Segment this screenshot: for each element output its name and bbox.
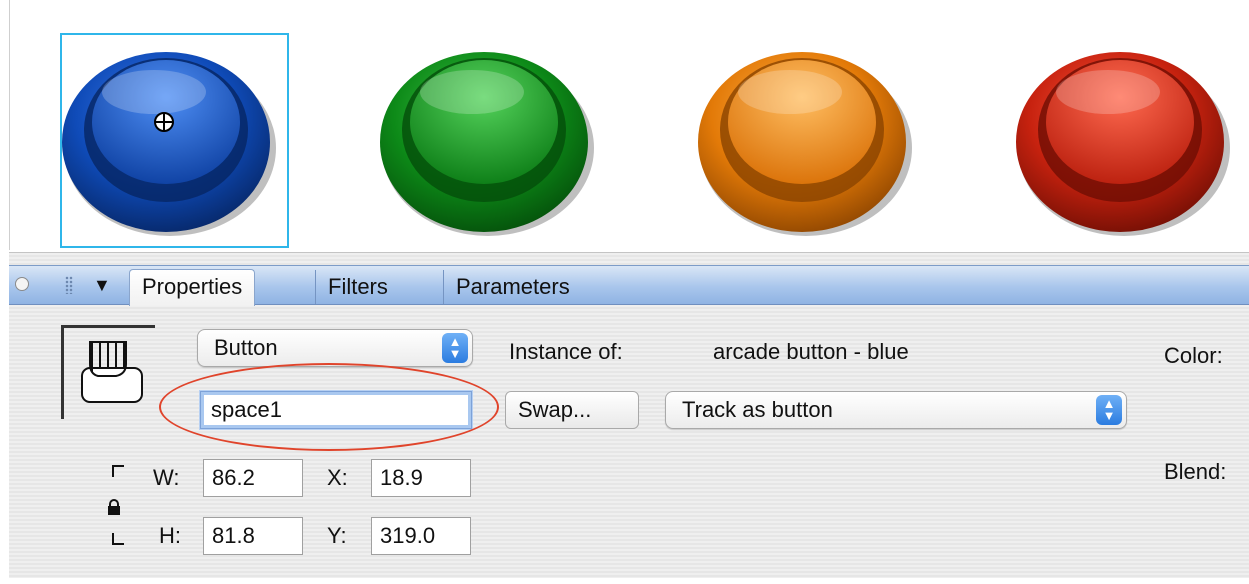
arcade-button-red[interactable] bbox=[1012, 30, 1232, 240]
selection-box[interactable] bbox=[60, 33, 289, 248]
stepper-arrows-icon: ▲ ▼ bbox=[442, 333, 468, 363]
stage-edge bbox=[0, 0, 10, 250]
y-field[interactable]: 319.0 bbox=[371, 517, 471, 555]
tab-parameters[interactable]: Parameters bbox=[443, 270, 582, 304]
height-field[interactable]: 81.8 bbox=[203, 517, 303, 555]
properties-panel: ▼ Properties Filters Parameters Button ▲… bbox=[9, 252, 1249, 578]
symbol-type-value: Button bbox=[214, 335, 278, 360]
swap-button[interactable]: Swap... bbox=[505, 391, 639, 429]
stage[interactable] bbox=[0, 0, 1249, 250]
lock-bracket-top bbox=[112, 465, 124, 477]
arcade-button-orange[interactable] bbox=[694, 30, 914, 240]
x-field[interactable]: 18.9 bbox=[371, 459, 471, 497]
tracking-value: Track as button bbox=[682, 397, 833, 422]
registration-point-icon bbox=[154, 112, 174, 132]
panel-tab-bar: ▼ Properties Filters Parameters bbox=[9, 265, 1249, 306]
blend-label: Blend: bbox=[1164, 459, 1227, 484]
y-label: Y: bbox=[327, 523, 347, 548]
tracking-select[interactable]: Track as button ▲ ▼ bbox=[665, 391, 1127, 429]
stepper-arrows-icon: ▲ ▼ bbox=[1096, 395, 1122, 425]
button-symbol-icon bbox=[61, 325, 155, 419]
symbol-type-select[interactable]: Button ▲ ▼ bbox=[197, 329, 473, 367]
arcade-button-green[interactable] bbox=[376, 30, 596, 240]
panel-close-icon[interactable] bbox=[15, 277, 29, 291]
width-label: W: bbox=[153, 465, 180, 490]
tab-filters[interactable]: Filters bbox=[315, 270, 400, 304]
height-label: H: bbox=[159, 523, 181, 548]
drag-grip-icon[interactable] bbox=[65, 276, 73, 294]
collapse-arrow-icon[interactable]: ▼ bbox=[93, 276, 111, 294]
instance-of-label: Instance of: bbox=[509, 339, 623, 364]
x-label: X: bbox=[327, 465, 348, 490]
lock-bracket-bottom bbox=[112, 533, 124, 545]
width-field[interactable]: 86.2 bbox=[203, 459, 303, 497]
highlight-annotation bbox=[159, 363, 499, 451]
instance-of-value: arcade button - blue bbox=[713, 339, 909, 364]
lock-icon[interactable] bbox=[106, 499, 122, 515]
tab-properties[interactable]: Properties bbox=[129, 269, 256, 306]
color-label: Color: bbox=[1164, 343, 1223, 368]
